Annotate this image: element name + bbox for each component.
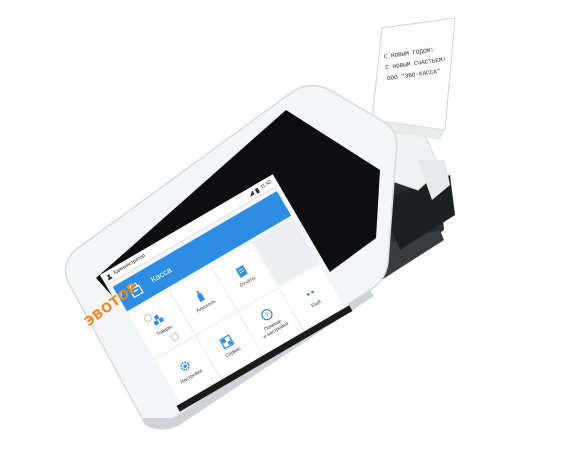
receipt-text: С НОВЫМ ГОДОМ! С НОВЫМ СЧАСТЬЕМ! ООО "ЭВ…: [383, 47, 446, 83]
